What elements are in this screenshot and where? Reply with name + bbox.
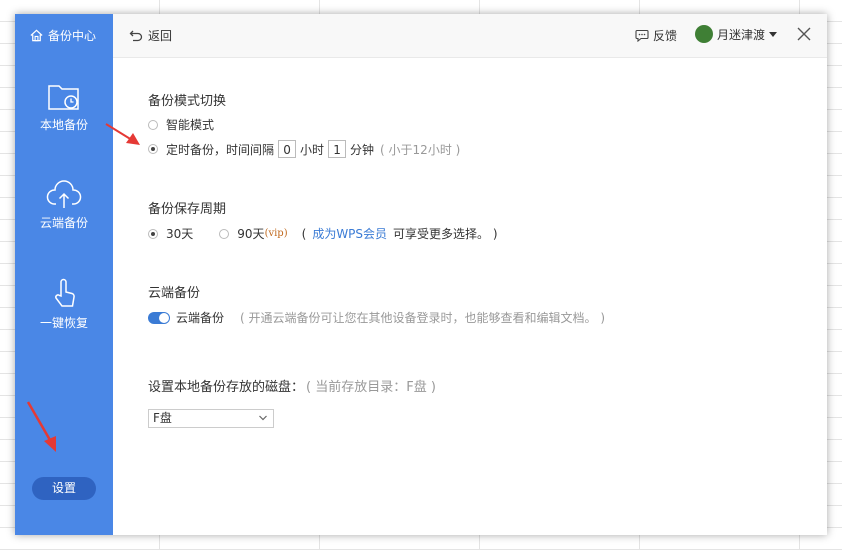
feedback-label: 反馈 — [653, 29, 678, 43]
cloud-backup-row: 云端备份 ( 开通云端备份可让您在其他设备登录时，也能够查看和编辑文档。 ) — [148, 309, 605, 326]
disk-select-value: F盘 — [153, 411, 172, 425]
folder-clock-icon — [48, 85, 79, 110]
top-bar: 返回 反馈 月迷津渡 — [113, 14, 827, 58]
chevron-down-icon — [259, 415, 267, 421]
smart-mode-option[interactable]: 智能模式 — [148, 116, 214, 133]
retention-section-title: 备份保存周期 — [148, 202, 227, 217]
cloud-backup-toggle[interactable] — [148, 311, 170, 324]
cloud-backup-hint: ( 开通云端备份可让您在其他设备登录时，也能够查看和编辑文档。 ) — [240, 311, 606, 325]
retention-90-radio[interactable] — [219, 228, 230, 239]
current-dir-hint: ( 当前存放目录：F盘 ) — [306, 380, 436, 395]
smart-mode-label: 智能模式 — [166, 118, 215, 132]
disk-section-title: 设置本地备份存放的磁盘： — [148, 380, 305, 395]
avatar — [695, 25, 713, 43]
close-icon[interactable] — [797, 27, 811, 41]
back-button[interactable]: 返回 — [129, 27, 172, 44]
paren-open: ( — [301, 226, 307, 241]
feedback-button[interactable]: 反馈 — [635, 27, 677, 44]
disk-section-header: 设置本地备份存放的磁盘： ( 当前存放目录：F盘 ) — [148, 376, 436, 395]
disk-select[interactable]: F盘 — [148, 409, 274, 428]
cloud-upload-icon — [46, 180, 82, 208]
brand-title: 备份中心 — [48, 29, 97, 43]
user-menu[interactable]: 月迷津渡 — [695, 25, 778, 43]
retention-30-label: 30天 — [166, 227, 194, 241]
retention-options: 30天 90天 (vip) ( 成为WPS会员 可享受更多选择。 ) — [148, 225, 498, 242]
cloud-backup-label: 云端备份 — [176, 311, 225, 325]
minutes-unit: 分钟 — [350, 142, 375, 157]
sidebar-item-restore[interactable]: 一键恢复 — [15, 276, 113, 331]
back-arrow-icon — [129, 30, 143, 41]
hours-input[interactable]: 0 — [278, 140, 297, 158]
user-name: 月迷津渡 — [717, 27, 766, 42]
timed-backup-option[interactable]: 定时备份，时间间隔 0 小时 1 分钟 ( 小于12小时 ) — [148, 140, 460, 158]
hand-pointer-icon — [55, 278, 75, 307]
timed-backup-label: 定时备份，时间间隔 — [166, 142, 275, 157]
home-icon — [30, 29, 43, 42]
retention-30-radio[interactable] — [148, 228, 158, 239]
sidebar-item-local-backup[interactable]: 本地备份 — [15, 82, 113, 133]
settings-panel: 备份模式切换 智能模式 定时备份，时间间隔 0 小时 1 分钟 ( 小于12小时… — [113, 58, 827, 535]
backup-center-window: 备份中心 本地备份 云端备份 一键恢复 设置 返回 反馈 月迷津渡 备份模式切换… — [15, 14, 827, 535]
sidebar-item-cloud-backup[interactable]: 云端备份 — [15, 180, 113, 231]
become-member-link[interactable]: 成为WPS会员 — [312, 225, 387, 242]
sidebar-item-label: 本地备份 — [39, 118, 88, 132]
sidebar-item-label: 云端备份 — [39, 216, 88, 230]
hours-unit: 小时 — [300, 142, 325, 157]
chat-bubble-icon — [635, 29, 649, 42]
brand: 备份中心 — [29, 27, 96, 44]
timed-backup-radio[interactable] — [148, 144, 158, 154]
interval-hint: ( 小于12小时 ) — [380, 142, 461, 157]
retention-90-label: 90天 — [237, 227, 265, 241]
sidebar-item-label: 一键恢复 — [39, 316, 88, 330]
back-label: 返回 — [148, 29, 173, 43]
caret-down-icon — [769, 31, 778, 37]
settings-button[interactable]: 设置 — [32, 477, 96, 500]
vip-tag: (vip) — [264, 228, 288, 239]
smart-mode-radio[interactable] — [148, 119, 158, 130]
sidebar: 备份中心 本地备份 云端备份 一键恢复 设置 — [15, 14, 113, 535]
mode-section-title: 备份模式切换 — [148, 94, 227, 109]
cloud-section-title: 云端备份 — [148, 286, 201, 301]
retention-tail: 可享受更多选择。 ) — [393, 227, 498, 241]
minutes-input[interactable]: 1 — [328, 140, 347, 158]
